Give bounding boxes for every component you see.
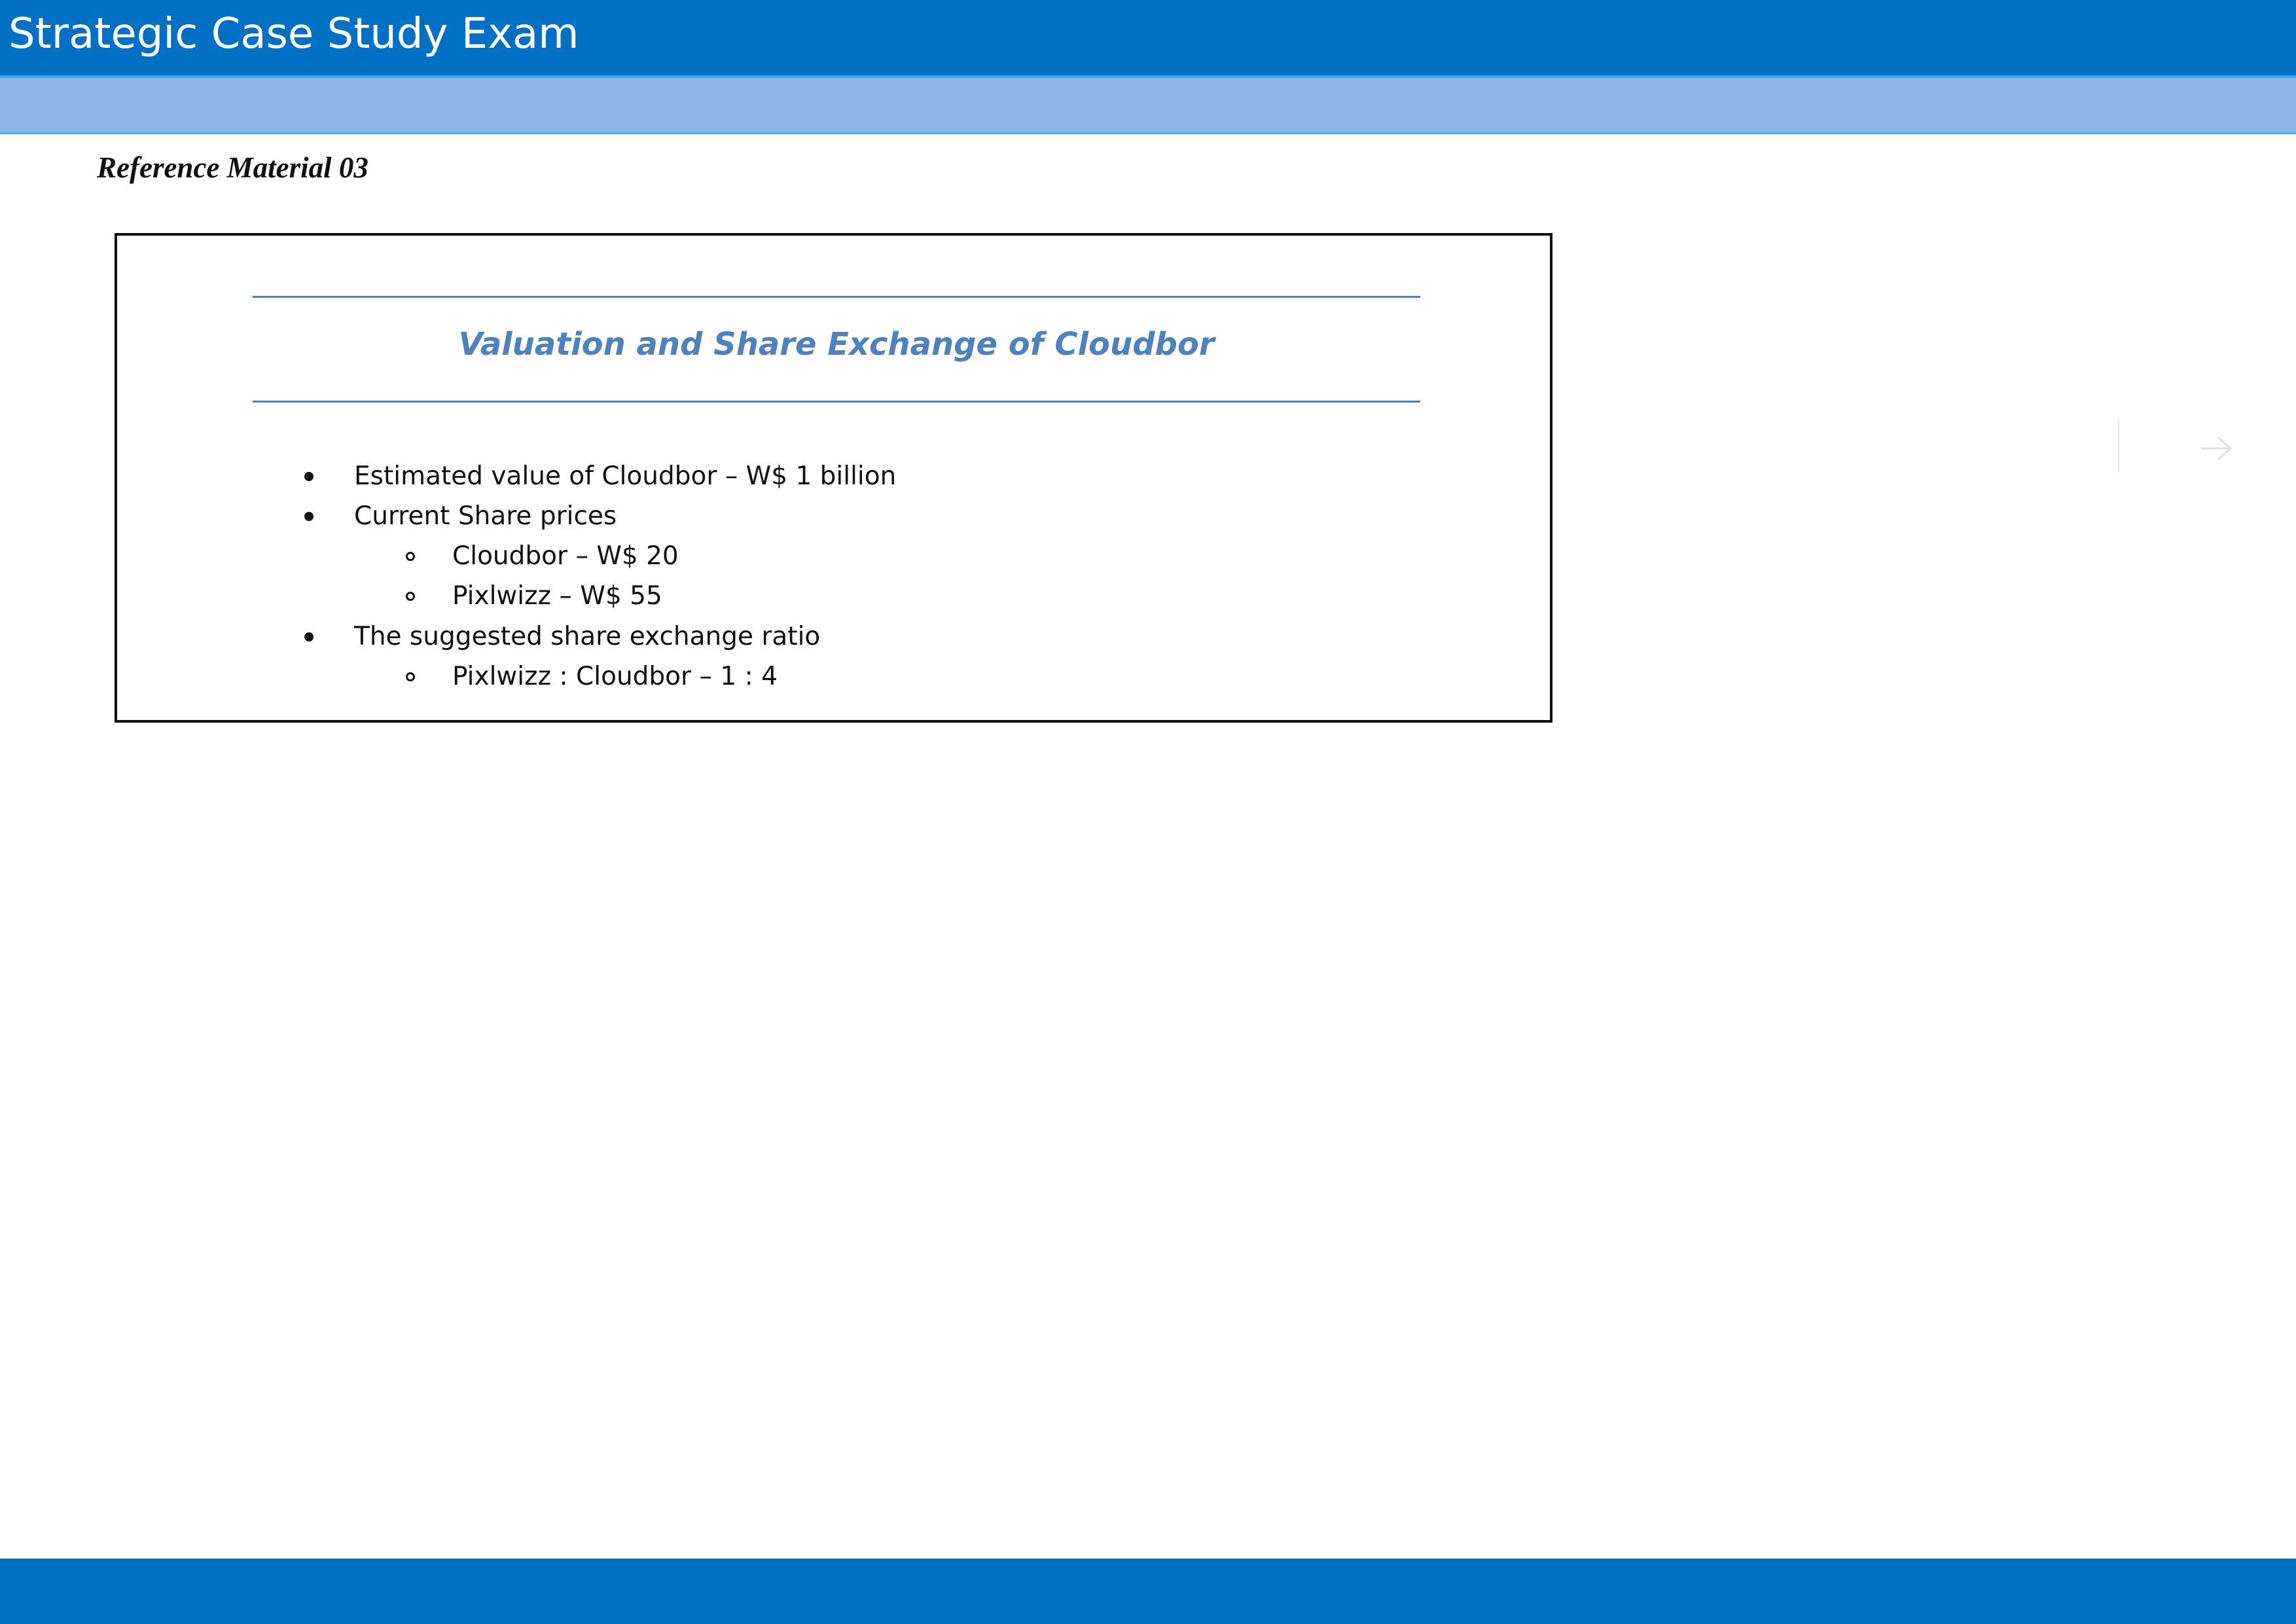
list-item: Cloudbor – W$ 20 [452,541,679,571]
sub-bullet-marker [406,672,415,681]
list-item: Current Share prices [354,501,617,531]
arrow-right-icon[interactable] [2197,429,2236,468]
list-item: Pixlwizz : Cloudbor – 1 : 4 [452,662,778,691]
list-item: Estimated value of Cloudbor – W$ 1 billi… [354,461,897,491]
bullet-marker [304,472,314,481]
nav-divider [2118,419,2119,473]
list-item: The suggested share exchange ratio [354,622,821,651]
sub-bullet-marker [406,592,415,601]
bullet-list: Estimated value of Cloudbor – W$ 1 billi… [117,236,1550,720]
bullet-marker [304,632,314,641]
reference-material-label: Reference Material 03 [97,151,368,184]
list-item: Pixlwizz – W$ 55 [452,581,662,611]
sub-header-bar [0,78,2296,134]
exam-title: Strategic Case Study Exam [9,10,579,58]
sub-bullet-marker [406,552,415,561]
header-bar: Strategic Case Study Exam [0,0,2296,78]
bullet-marker [304,512,314,521]
footer-bar [0,1559,2296,1624]
reference-card: Valuation and Share Exchange of Cloudbor… [115,233,1552,723]
